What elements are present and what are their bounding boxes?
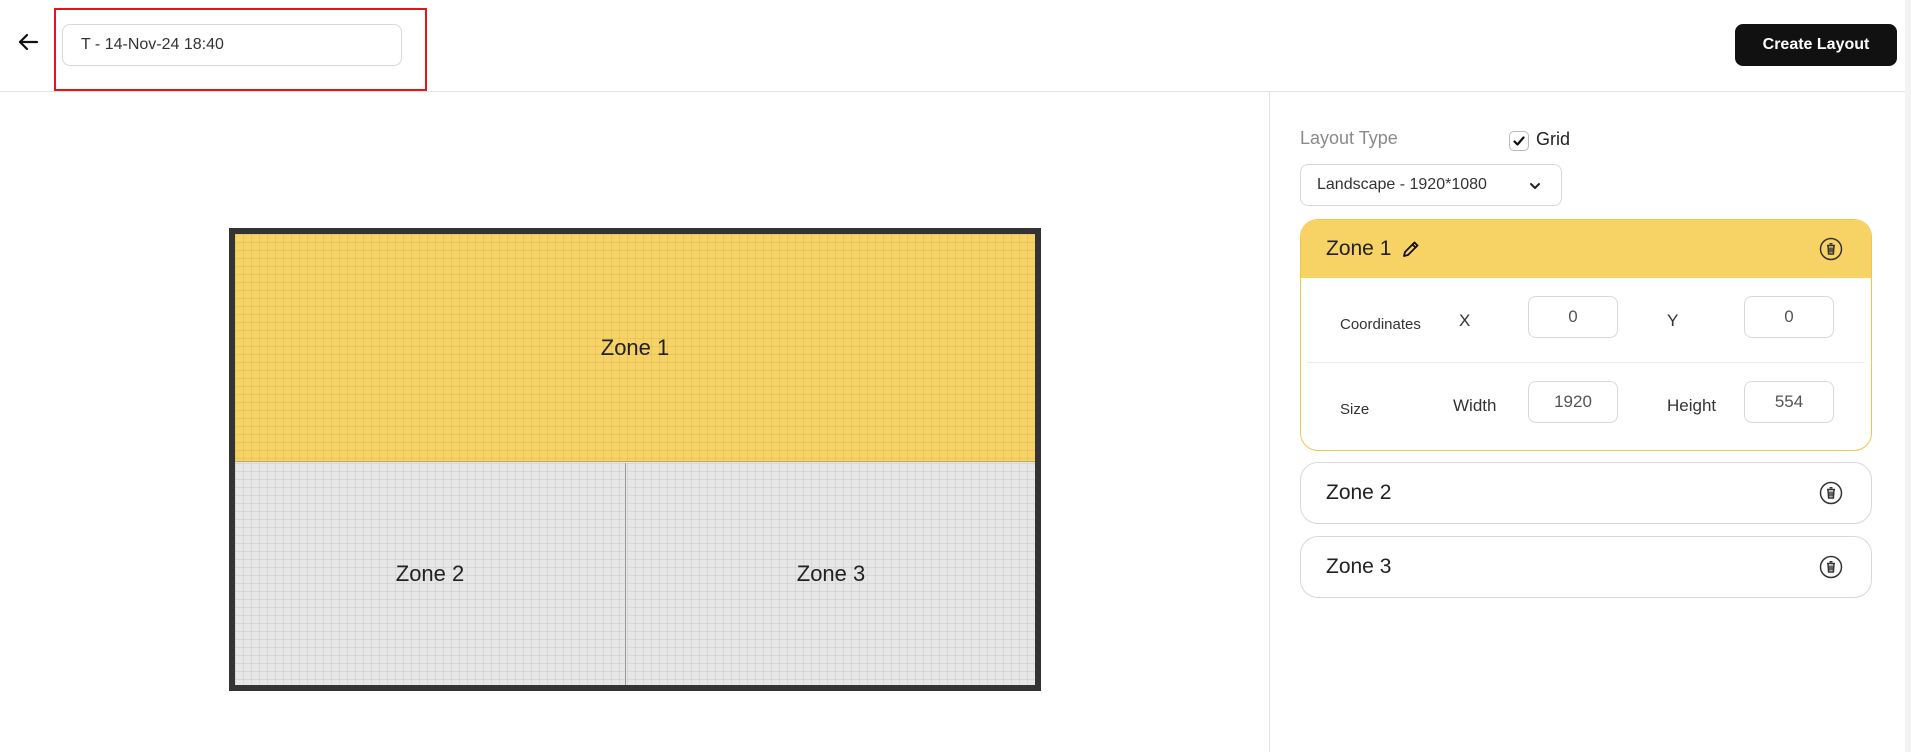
zone-card-title: Zone 3 xyxy=(1326,555,1392,578)
trash-icon[interactable] xyxy=(1819,481,1843,505)
zone-card-3: Zone 3 xyxy=(1300,536,1872,598)
y-input[interactable] xyxy=(1744,296,1834,338)
zone-card-2: Zone 2 xyxy=(1300,462,1872,524)
check-icon xyxy=(1513,136,1525,146)
grid-checkbox[interactable] xyxy=(1509,131,1529,151)
width-input[interactable] xyxy=(1528,381,1618,423)
trash-icon[interactable] xyxy=(1819,555,1843,579)
top-bar: Create Layout xyxy=(0,0,1911,92)
zone-card-1: Zone 1 Coordinates X 0 Y 0 Size Width 19… xyxy=(1300,219,1872,451)
zone-card-header[interactable]: Zone 2 xyxy=(1301,463,1871,523)
canvas-zone-label: Zone 1 xyxy=(600,334,670,360)
height-input[interactable] xyxy=(1744,381,1834,423)
canvas-zone-3[interactable]: Zone 3 xyxy=(627,463,1035,685)
coordinates-label: Coordinates xyxy=(1340,316,1421,333)
zone-card-header[interactable]: Zone 1 xyxy=(1301,220,1871,278)
grid-label: Grid xyxy=(1536,129,1571,149)
zone-card-header[interactable]: Zone 3 xyxy=(1301,537,1871,597)
trash-icon[interactable] xyxy=(1819,237,1843,261)
settings-panel: Layout Type Grid Landscape - 1920*1080 Z… xyxy=(1270,92,1905,752)
height-label: Height xyxy=(1667,396,1717,415)
width-label: Width xyxy=(1453,396,1497,415)
zone-card-title: Zone 2 xyxy=(1326,481,1392,504)
create-layout-button[interactable]: Create Layout xyxy=(1735,24,1897,66)
canvas-zone-label: Zone 3 xyxy=(796,561,866,586)
arrow-left-icon xyxy=(18,33,39,51)
canvas-zone-2[interactable]: Zone 2 xyxy=(235,463,626,685)
x-input[interactable] xyxy=(1528,296,1618,338)
canvas-zone-1[interactable]: Zone 1 xyxy=(235,234,1035,462)
size-row: Size Width Height xyxy=(1307,362,1865,446)
scrollbar-track[interactable] xyxy=(1905,0,1911,752)
layout-type-label: Layout Type xyxy=(1300,128,1398,148)
coordinates-row: Coordinates X Y xyxy=(1301,278,1871,362)
layout-name-input[interactable] xyxy=(62,24,402,66)
canvas-zone-label: Zone 2 xyxy=(395,561,465,586)
back-button[interactable] xyxy=(14,28,42,56)
layout-canvas: Zone 1 Zone 2 Zone 3 xyxy=(229,228,1041,691)
x-label: X xyxy=(1459,311,1471,330)
chevron-down-icon xyxy=(1527,178,1543,199)
zone-card-title: Zone 1 xyxy=(1326,237,1392,260)
size-label: Size xyxy=(1340,401,1370,418)
layout-select-value: Landscape - 1920*1080 xyxy=(1317,176,1487,193)
pencil-icon[interactable] xyxy=(1401,239,1421,259)
layout-type-select[interactable]: Landscape - 1920*1080 xyxy=(1300,164,1562,206)
y-label: Y xyxy=(1667,311,1679,330)
